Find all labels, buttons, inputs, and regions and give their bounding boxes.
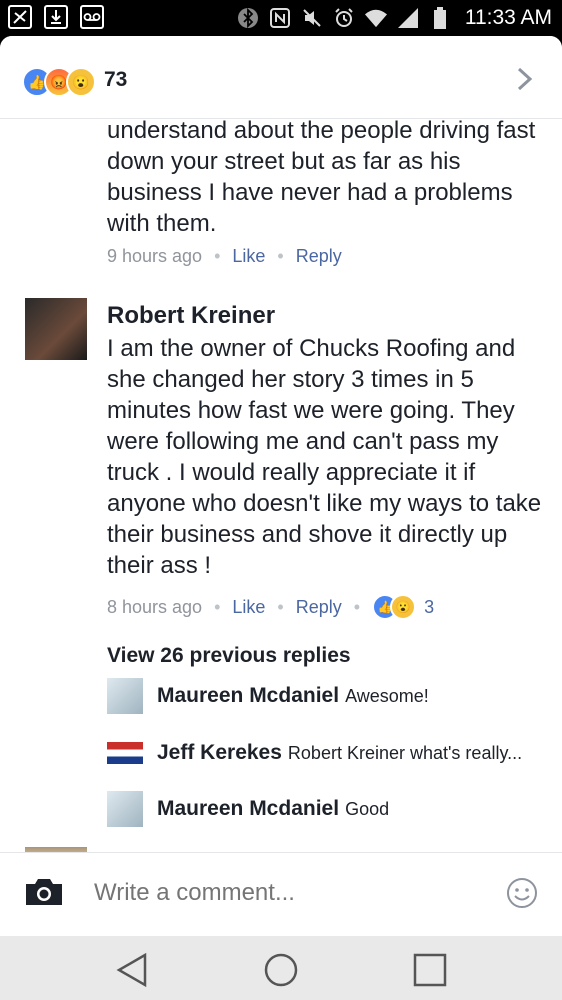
chevron-right-icon[interactable] [516, 66, 534, 99]
reply-link[interactable]: Reply [296, 246, 342, 267]
reply-item[interactable]: Maureen Mcdaniel Awesome! [107, 678, 547, 718]
status-bar: 11:33 AM [0, 0, 562, 36]
comment-text: I am the owner of Chucks Roofing and she… [107, 335, 542, 579]
reaction-count: 73 [104, 68, 128, 91]
clock: 11:33 AM [464, 6, 552, 29]
reactions-summary-bar[interactable]: 👍 😡 😮 73 [0, 36, 562, 119]
back-icon[interactable] [112, 950, 152, 990]
comment-author[interactable]: Robert Kreiner [107, 302, 275, 330]
signal-icon [397, 7, 419, 29]
previous-comment-text: understand about the people driving fast… [107, 117, 536, 237]
comment-composer [0, 852, 562, 936]
reply-text: Robert Kreiner what's really... [287, 743, 523, 763]
comment-timestamp: 8 hours ago [107, 596, 203, 617]
mute-icon [301, 7, 323, 29]
reply-author[interactable]: Maureen Mcdaniel [157, 684, 339, 707]
avatar[interactable] [107, 678, 143, 714]
battery-icon [429, 7, 451, 29]
home-icon[interactable] [261, 950, 301, 990]
smiley-icon[interactable] [506, 877, 538, 909]
avatar[interactable] [107, 735, 143, 771]
reply-item[interactable]: Jeff Kerekes Robert Kreiner what's really… [107, 735, 547, 775]
avatar[interactable] [25, 298, 87, 360]
comments-sheet: 👍 😡 😮 73 understand about the people dri… [0, 36, 562, 936]
voicemail-icon [80, 5, 104, 29]
download-icon [44, 5, 68, 29]
avatar[interactable] [107, 791, 143, 827]
previous-comment-meta: 9 hours ago • Like • Reply [107, 246, 342, 267]
comment-input[interactable] [94, 879, 474, 907]
comment-meta: 8 hours ago • Like • Reply • 👍 😮 3 [107, 594, 547, 620]
view-previous-replies-link[interactable]: View 26 previous replies [107, 644, 351, 668]
separator-dot: • [214, 596, 221, 617]
like-link[interactable]: Like [232, 246, 265, 267]
wow-icon: 😮 [66, 67, 96, 97]
wifi-icon [364, 7, 387, 29]
camera-icon[interactable] [24, 877, 64, 907]
reply-text: Awesome! [345, 686, 429, 706]
android-nav-bar [0, 936, 562, 1000]
wow-icon: 😮 [390, 594, 417, 620]
reply-author[interactable]: Jeff Kerekes [157, 741, 282, 764]
reply-text: Good [345, 799, 390, 819]
alarm-icon [333, 7, 355, 29]
comment-reactions[interactable]: 👍 😮 [372, 594, 417, 620]
bluetooth-icon [237, 7, 259, 29]
like-link[interactable]: Like [232, 597, 265, 618]
reply-item[interactable]: Maureen Mcdaniel Good [107, 791, 547, 831]
recent-apps-icon[interactable] [410, 950, 450, 990]
nfc-icon [269, 7, 291, 29]
runner-icon [8, 5, 32, 29]
separator-dot: • [353, 596, 361, 617]
reply-link[interactable]: Reply [296, 597, 342, 618]
reply-author[interactable]: Maureen Mcdaniel [157, 797, 339, 820]
separator-dot: • [277, 596, 284, 617]
comment-reaction-count: 3 [424, 596, 435, 617]
separator-dot: • [277, 246, 284, 266]
comment-timestamp: 9 hours ago [107, 246, 203, 266]
separator-dot: • [214, 246, 221, 266]
